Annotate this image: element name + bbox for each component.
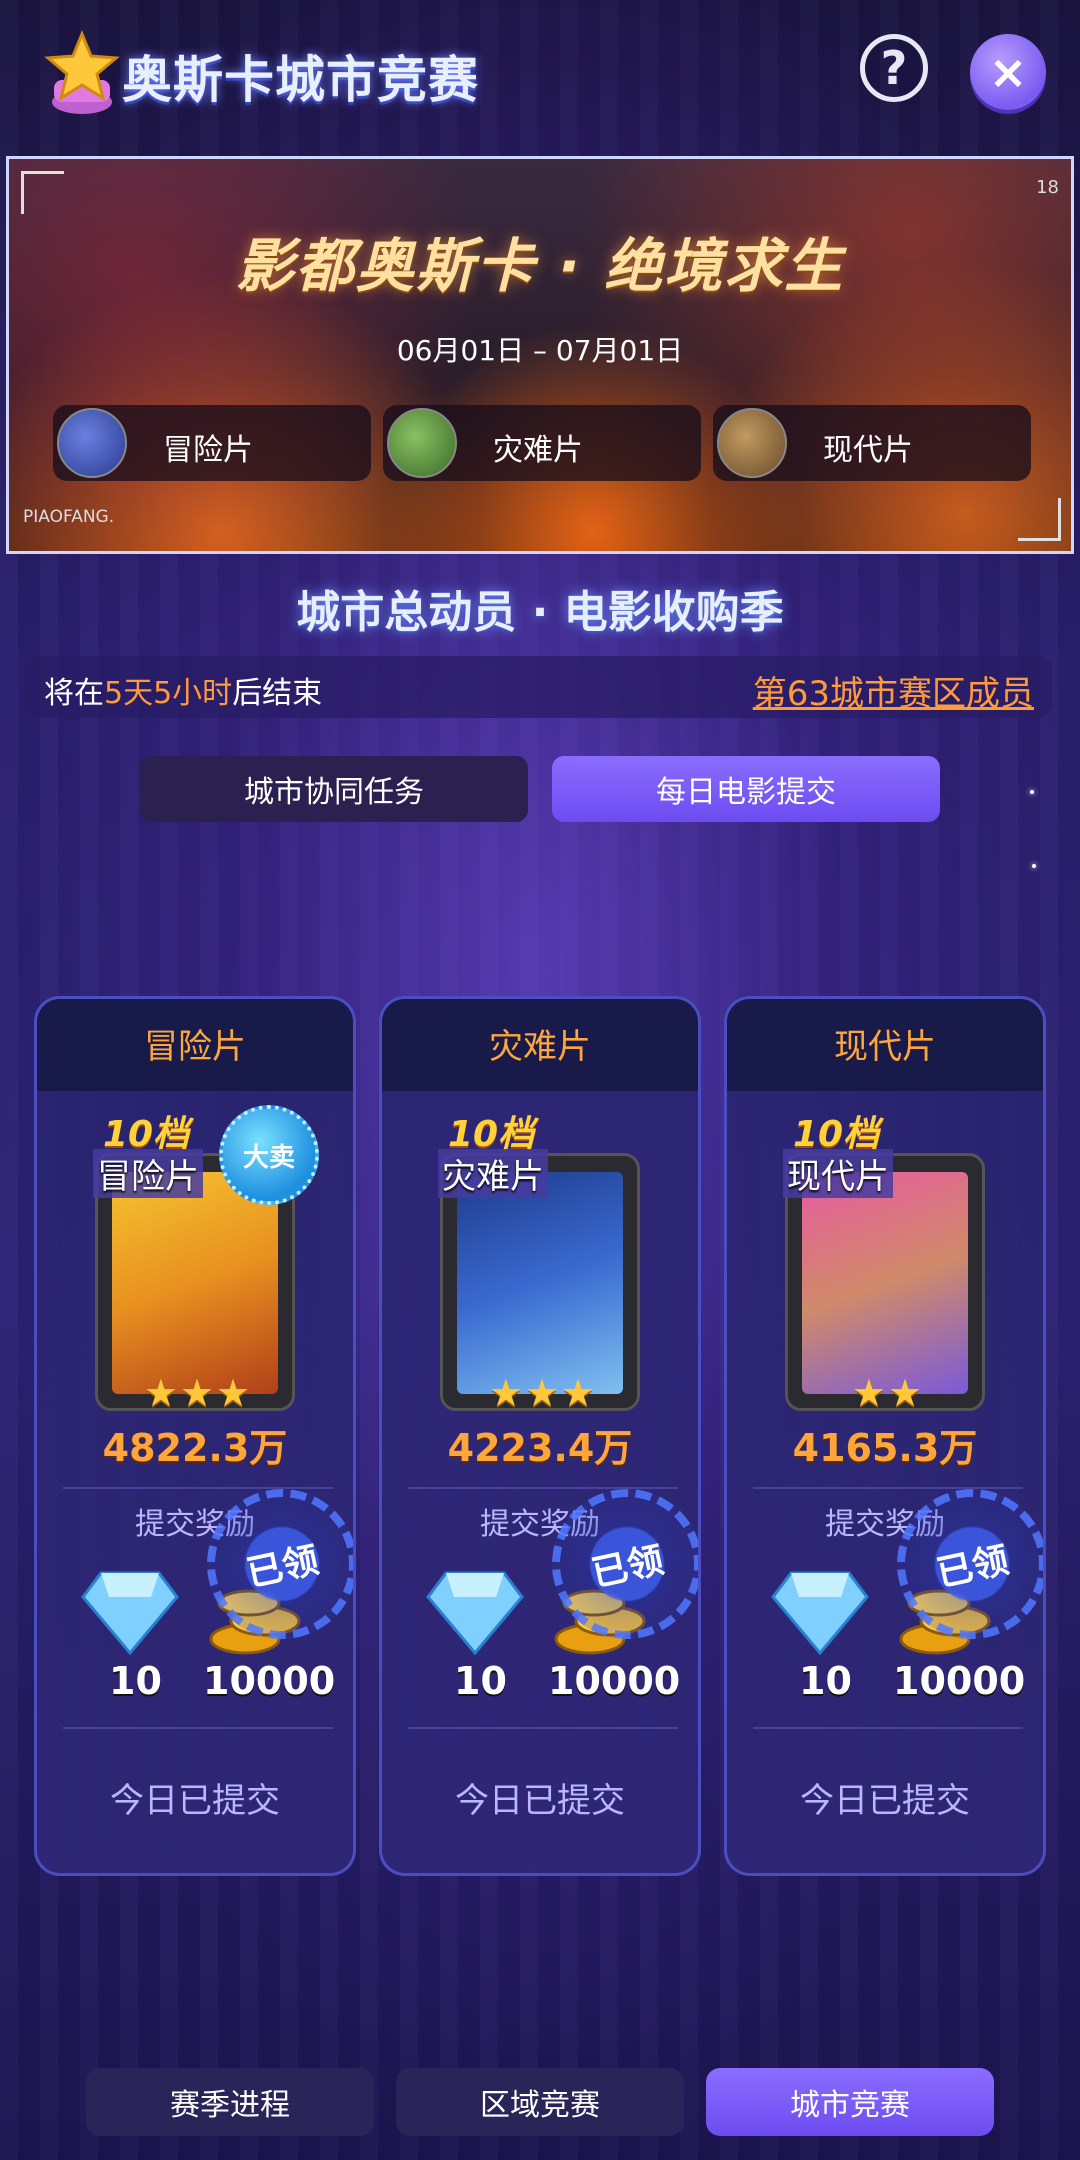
movie-card-adventure[interactable]: 冒险片 10档 ★★★ 冒险片 大卖 4822.3万 提交奖励 已领 10 10… [34, 996, 356, 1876]
divider [753, 1727, 1023, 1729]
close-button[interactable]: × [970, 34, 1046, 110]
banner-dates: 06月01日 – 07月01日 [396, 334, 684, 367]
hot-seller-badge: 大卖 [219, 1105, 319, 1205]
card-genre: 现代片 [834, 1027, 936, 1067]
genre-chip-label: 冒险片 [163, 433, 253, 468]
header: 奥斯卡城市竞赛 ? × [0, 0, 1080, 150]
figure-icon [717, 408, 787, 478]
diamond-amount: 10 [109, 1659, 162, 1703]
divider [63, 1727, 333, 1729]
star-rating: ★★ [851, 1371, 925, 1415]
poster-genre-tag: 现代片 [783, 1149, 893, 1198]
close-icon: × [988, 45, 1028, 99]
statue-icon [387, 408, 457, 478]
sparkle [1032, 864, 1036, 868]
app-title: 奥斯卡城市竞赛 [122, 51, 479, 109]
genre-chip-modern: 现代片 [713, 405, 1031, 481]
countdown-text: 将在5天5小时后结束 [44, 676, 323, 711]
diamond-icon [771, 1571, 869, 1655]
sparkle [1030, 790, 1034, 794]
season-title: 城市总动员 · 电影收购季 [296, 587, 784, 638]
movie-card-disaster[interactable]: 灾难片 10档 ★★★ 灾难片 4223.4万 提交奖励 已领 10 10000… [379, 996, 701, 1876]
member-link[interactable]: 第63城市赛区成员 [753, 666, 1034, 715]
timer-bar: 将在5天5小时后结束 第63城市赛区成员 [24, 656, 1052, 718]
movie-poster [112, 1172, 278, 1394]
banner-title: 影都奥斯卡 · 绝境求生 [235, 232, 845, 300]
submit-status: 今日已提交 [455, 1781, 625, 1821]
poster-genre-tag: 灾难片 [438, 1149, 548, 1198]
trophy-star-icon [44, 30, 120, 114]
ship-icon [57, 408, 127, 478]
help-button[interactable]: ? [860, 34, 928, 102]
coin-amount: 10000 [203, 1659, 336, 1703]
diamond-icon [81, 1571, 179, 1655]
genre-chip-adventure: 冒险片 [53, 405, 371, 481]
brand-mark: PIAOFANG. [23, 507, 115, 527]
submit-status: 今日已提交 [800, 1781, 970, 1821]
genre-chip-label: 灾难片 [493, 433, 583, 468]
event-banner[interactable]: 18 影都奥斯卡 · 绝境求生 06月01日 – 07月01日 冒险片 灾难片 … [6, 156, 1074, 554]
movie-card-modern[interactable]: 现代片 10档 ★★ 现代片 4165.3万 提交奖励 已领 10 10000 … [724, 996, 1046, 1876]
diamond-icon [426, 1571, 524, 1655]
coin-amount: 10000 [548, 1659, 681, 1703]
diamond-amount: 10 [454, 1659, 507, 1703]
divider [408, 1727, 678, 1729]
nav-city-contest[interactable]: 城市竞赛 [706, 2068, 994, 2136]
box-office-value: 4165.3万 [792, 1426, 978, 1470]
genre-chip-disaster: 灾难片 [383, 405, 701, 481]
corner-bracket [1018, 498, 1061, 541]
nav-season-progress[interactable]: 赛季进程 [86, 2068, 374, 2136]
star-rating: ★★★ [143, 1371, 253, 1415]
nav-regional-contest[interactable]: 区域竞赛 [396, 2068, 684, 2136]
corner-bracket [21, 171, 64, 214]
tab-daily-submit[interactable]: 每日电影提交 [552, 756, 940, 822]
coin-amount: 10000 [893, 1659, 1026, 1703]
age-rating: 18 [1036, 177, 1059, 198]
star-rating: ★★★ [488, 1371, 598, 1415]
diamond-amount: 10 [799, 1659, 852, 1703]
card-genre: 冒险片 [144, 1027, 246, 1067]
box-office-value: 4822.3万 [102, 1426, 288, 1470]
genre-chip-label: 现代片 [823, 433, 913, 468]
submit-status: 今日已提交 [110, 1781, 280, 1821]
poster-genre-tag: 冒险片 [93, 1149, 203, 1198]
tab-city-tasks[interactable]: 城市协同任务 [140, 756, 528, 822]
box-office-value: 4223.4万 [447, 1426, 633, 1470]
movie-poster [802, 1172, 968, 1394]
question-mark-icon: ? [880, 41, 908, 95]
movie-poster [457, 1172, 623, 1394]
card-genre: 灾难片 [489, 1027, 591, 1067]
